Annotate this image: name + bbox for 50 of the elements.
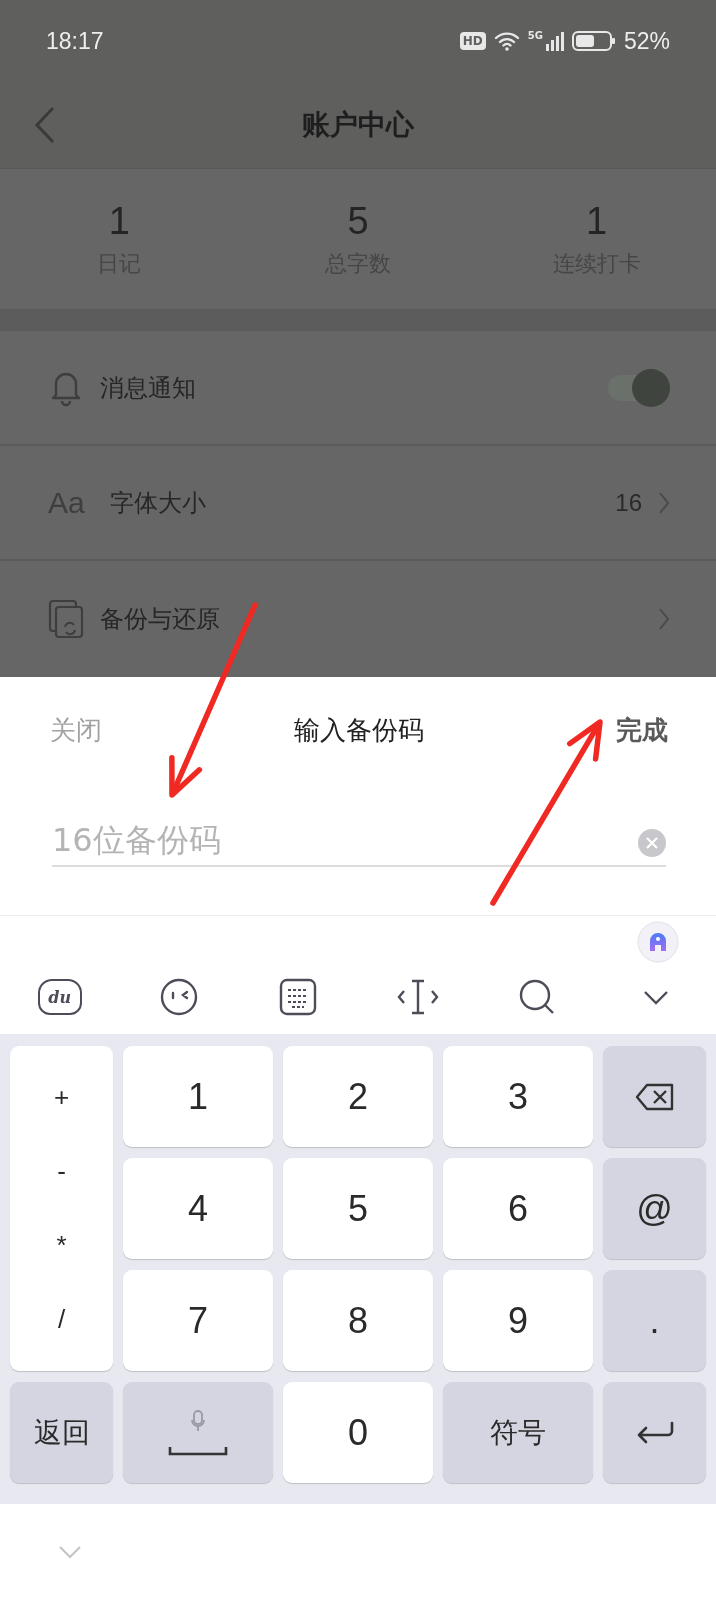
- page-title: 账户中心: [302, 107, 414, 143]
- digit-key[interactable]: 0: [283, 1382, 433, 1483]
- done-button[interactable]: 完成: [616, 712, 668, 748]
- toggle-switch[interactable]: [608, 367, 670, 408]
- battery-percent: 52%: [623, 27, 670, 55]
- setting-label: 备份与还原: [100, 604, 220, 635]
- setting-label: 字体大小: [110, 487, 206, 519]
- stat-value: 1: [108, 199, 130, 243]
- digit-key[interactable]: 7: [123, 1270, 273, 1371]
- copy-icon: [48, 599, 84, 639]
- dialog-title: 输入备份码: [294, 713, 424, 747]
- digit-key[interactable]: 9: [443, 1270, 593, 1371]
- stat-value: 1: [586, 199, 608, 243]
- setting-label: 消息通知: [100, 372, 196, 404]
- symbol-key[interactable]: +: [53, 1081, 70, 1113]
- network-label: 5G: [527, 29, 543, 41]
- function-key[interactable]: @: [603, 1158, 706, 1259]
- clock-time: 18:17: [46, 27, 104, 55]
- function-key[interactable]: 符号: [443, 1382, 593, 1483]
- digit-key[interactable]: 2: [283, 1046, 433, 1147]
- backspace-icon: [634, 1082, 675, 1111]
- input-field[interactable]: 16位备份码: [52, 821, 666, 867]
- face-icon[interactable]: [159, 977, 199, 1017]
- bear-logo[interactable]: du: [37, 979, 82, 1015]
- chevron-icon: [658, 607, 670, 631]
- cursor-icon[interactable]: [395, 977, 440, 1017]
- wifi-icon: [493, 31, 520, 51]
- hd-badge: HD: [459, 32, 486, 50]
- setting-value: 16: [615, 488, 642, 517]
- chevron-icon: [658, 490, 670, 515]
- symbol-key[interactable]: -: [57, 1155, 66, 1187]
- function-key[interactable]: .: [603, 1270, 706, 1371]
- keyboard-icon[interactable]: [278, 977, 319, 1017]
- microphone-icon: [191, 1409, 205, 1432]
- symbol-key[interactable]: *: [56, 1230, 67, 1262]
- digit-key[interactable]: 3: [443, 1046, 593, 1147]
- signal-icon: [545, 31, 564, 51]
- symbol-key[interactable]: /: [57, 1304, 66, 1336]
- digit-key[interactable]: 8: [283, 1270, 433, 1371]
- battery-icon: [571, 30, 616, 52]
- digit-key[interactable]: 1: [123, 1046, 273, 1147]
- backspace-key[interactable]: [603, 1046, 706, 1147]
- digit-key[interactable]: 4: [123, 1158, 273, 1259]
- assistant-icon[interactable]: [637, 921, 679, 963]
- digit-key[interactable]: 5: [283, 1158, 433, 1259]
- digit-key[interactable]: 6: [443, 1158, 593, 1259]
- stat-value: 5: [347, 199, 369, 243]
- function-key[interactable]: 返回: [10, 1382, 113, 1483]
- space-bar-icon: [168, 1445, 228, 1456]
- chevron-down-icon[interactable]: [643, 989, 670, 1005]
